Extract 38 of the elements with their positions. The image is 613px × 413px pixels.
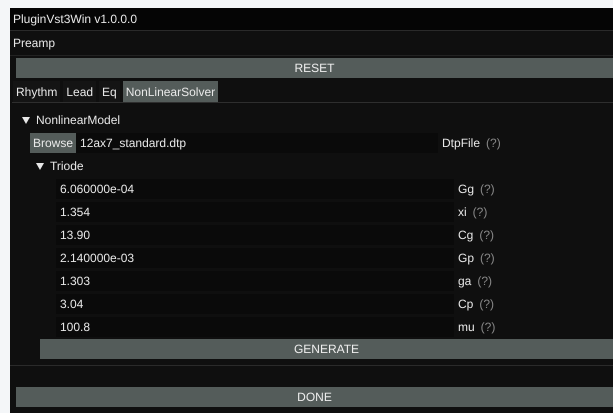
field-label: ga bbox=[458, 274, 472, 288]
expand-triangle-icon[interactable] bbox=[22, 116, 30, 124]
help-marker[interactable]: (?) bbox=[472, 204, 488, 218]
tree-node[interactable]: NonlinearModel bbox=[16, 110, 613, 130]
field-label: xi bbox=[458, 204, 467, 218]
help-marker[interactable]: (?) bbox=[477, 274, 492, 288]
number-field[interactable]: 1.303 bbox=[56, 270, 454, 290]
number-field[interactable]: 1.354 bbox=[56, 202, 454, 222]
browse-button[interactable]: Browse bbox=[30, 132, 76, 152]
field-label: Cp bbox=[458, 296, 474, 310]
number-field[interactable]: 3.04 bbox=[56, 294, 454, 314]
section-title: Preamp bbox=[13, 36, 56, 50]
tab[interactable]: Lead bbox=[63, 81, 96, 102]
tab[interactable]: Rhythm bbox=[13, 81, 60, 102]
window-title: PluginVst3Win v1.0.0.0 bbox=[13, 12, 138, 26]
help-marker[interactable]: (?) bbox=[480, 320, 496, 334]
expand-triangle-icon[interactable] bbox=[36, 162, 44, 170]
field-label: Cg bbox=[458, 228, 474, 242]
help-marker[interactable]: (?) bbox=[479, 296, 494, 310]
help-marker[interactable]: (?) bbox=[486, 136, 501, 150]
help-marker[interactable]: (?) bbox=[480, 250, 495, 264]
number-field[interactable]: 13.90 bbox=[56, 224, 454, 244]
number-field[interactable]: 2.140000e-03 bbox=[56, 248, 454, 268]
number-field[interactable]: 100.8 bbox=[56, 316, 454, 336]
tab[interactable]: Eq bbox=[99, 81, 120, 102]
number-field[interactable]: 6.060000e-04 bbox=[56, 178, 454, 198]
field-label: mu bbox=[458, 320, 475, 334]
help-marker[interactable]: (?) bbox=[480, 182, 495, 196]
done-button[interactable]: DONE bbox=[16, 387, 613, 407]
tree-node[interactable]: Triode bbox=[16, 156, 613, 176]
file-field[interactable]: 12ax7_standard.dtp bbox=[76, 132, 438, 152]
field-label: DtpFile bbox=[442, 136, 480, 150]
reset-button[interactable]: RESET bbox=[16, 58, 613, 78]
tab[interactable]: NonLinearSolver bbox=[122, 81, 218, 102]
help-marker[interactable]: (?) bbox=[479, 228, 494, 242]
field-label: Gp bbox=[458, 250, 474, 264]
field-label: Gg bbox=[458, 182, 474, 196]
generate-button[interactable]: GENERATE bbox=[40, 339, 613, 359]
